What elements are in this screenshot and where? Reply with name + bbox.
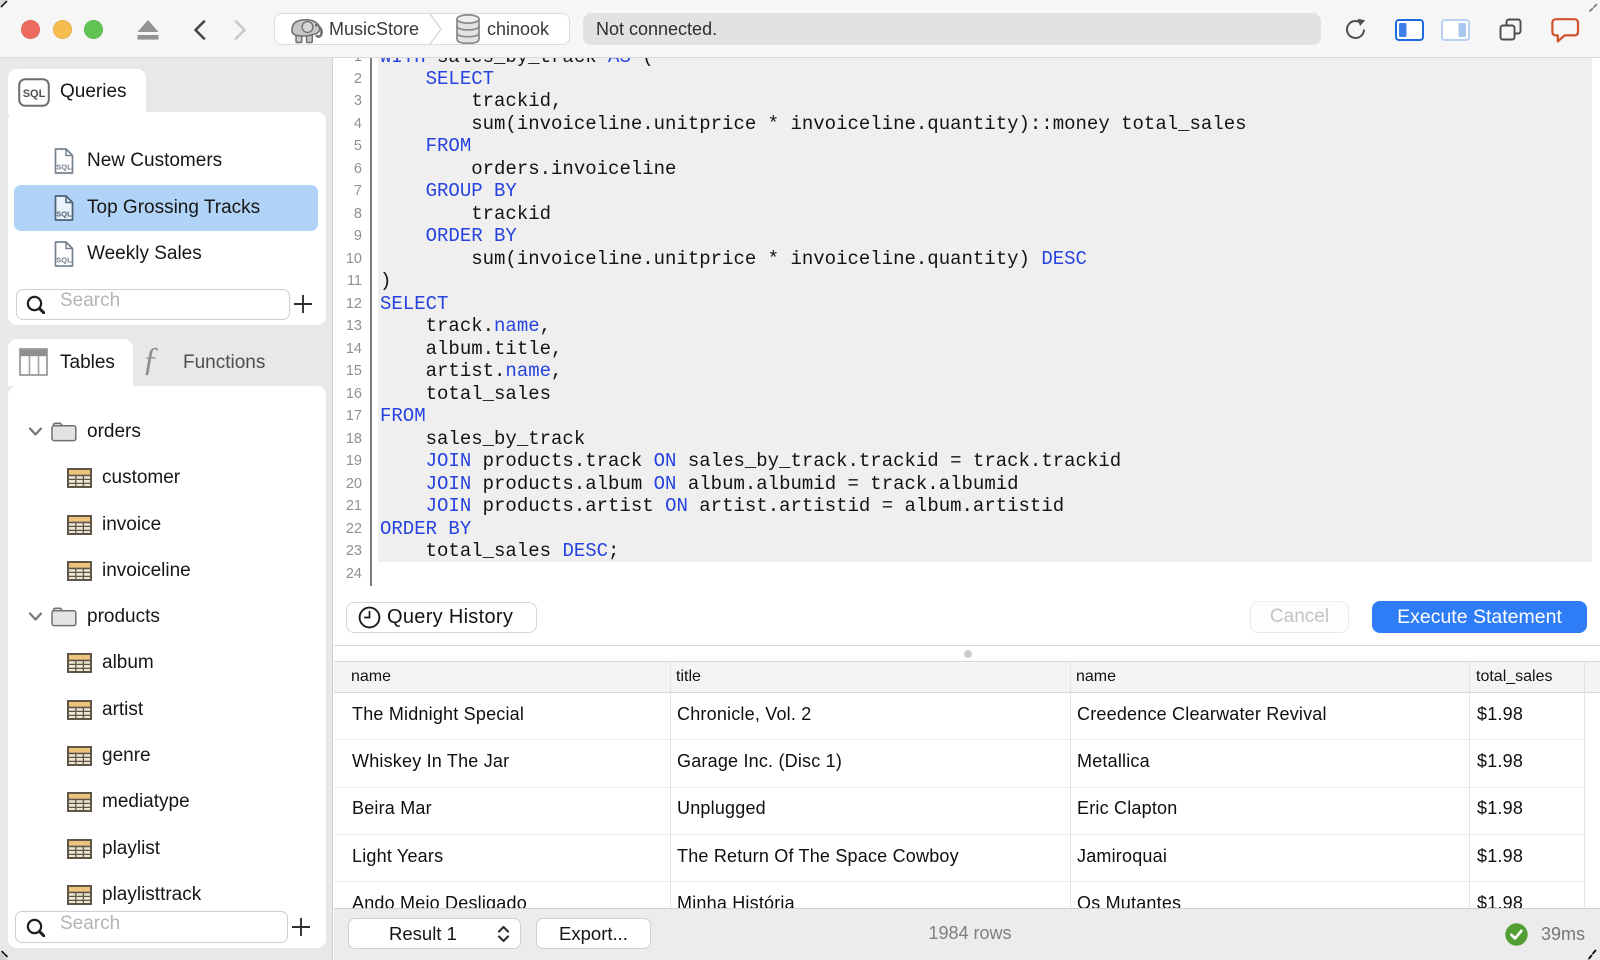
svg-text:SQL: SQL <box>56 210 72 219</box>
svg-text:SQL: SQL <box>23 88 46 100</box>
svg-text:SQL: SQL <box>56 256 72 265</box>
svg-text:SQL: SQL <box>56 163 72 172</box>
